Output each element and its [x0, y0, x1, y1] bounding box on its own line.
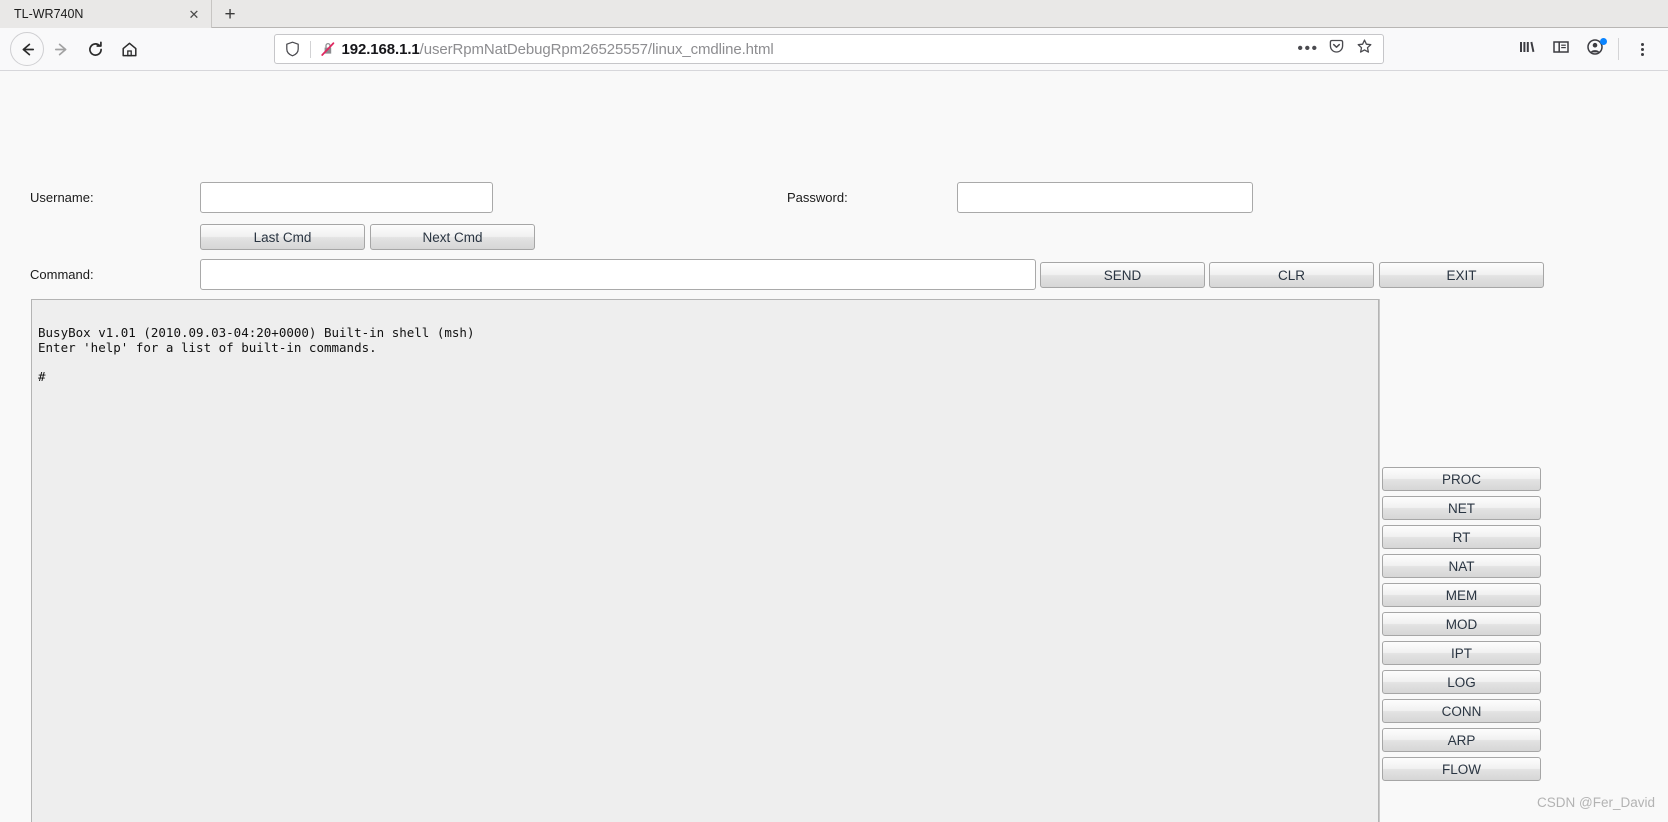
- url-host: 192.168.1.1: [341, 40, 420, 58]
- command-input[interactable]: [200, 259, 1036, 290]
- debug-button-rt[interactable]: RT: [1382, 525, 1541, 549]
- command-label: Command:: [30, 267, 94, 282]
- tracking-protection-shield-icon[interactable]: [283, 41, 303, 57]
- save-to-pocket-button[interactable]: [1324, 37, 1349, 62]
- insecure-connection-crossed-lock-icon[interactable]: [318, 41, 338, 57]
- side-panel: PROC NET RT NAT MEM MOD IPT LOG CONN ARP FLOW CSDN…: [1379, 299, 1668, 822]
- reload-icon: [86, 40, 105, 59]
- debug-button-mod[interactable]: MOD: [1382, 612, 1541, 636]
- forward-button[interactable]: [44, 32, 78, 66]
- debug-button-log[interactable]: LOG: [1382, 670, 1541, 694]
- last-cmd-button[interactable]: Last Cmd: [200, 224, 365, 250]
- terminal-line-1: BusyBox v1.01 (2010.09.03-04:20+0000) Bu…: [38, 325, 475, 340]
- sidebar-icon: [1552, 38, 1570, 61]
- address-bar-container: 192.168.1.1/userRpmNatDebugRpm26525557/l…: [146, 34, 1511, 64]
- tab-strip: TL-WR740N ✕ +: [0, 0, 1668, 28]
- library-button[interactable]: [1511, 33, 1543, 65]
- arrow-right-icon: [52, 40, 71, 59]
- sidebar-button[interactable]: [1545, 33, 1577, 65]
- new-tab-button[interactable]: +: [212, 0, 248, 28]
- address-bar-divider: [309, 40, 311, 58]
- terminal-line-2: Enter 'help' for a list of built-in comm…: [38, 339, 377, 355]
- back-button[interactable]: [10, 32, 44, 66]
- tab-tl-wr740n[interactable]: TL-WR740N ✕: [0, 0, 212, 28]
- ellipsis-icon: •••: [1297, 40, 1319, 57]
- clr-button[interactable]: CLR: [1209, 262, 1374, 288]
- address-bar-actions: •••: [1296, 37, 1377, 62]
- username-input[interactable]: [200, 182, 493, 213]
- password-input[interactable]: [957, 182, 1253, 213]
- home-icon: [120, 40, 139, 59]
- navigation-toolbar: 192.168.1.1/userRpmNatDebugRpm26525557/l…: [0, 28, 1668, 71]
- debug-button-conn[interactable]: CONN: [1382, 699, 1541, 723]
- send-button[interactable]: SEND: [1040, 262, 1205, 288]
- exit-button[interactable]: EXIT: [1379, 262, 1544, 288]
- debug-button-arp[interactable]: ARP: [1382, 728, 1541, 752]
- application-menu-button[interactable]: [1626, 33, 1658, 65]
- debug-button-ipt[interactable]: IPT: [1382, 641, 1541, 665]
- star-bookmark-icon: [1356, 38, 1373, 60]
- watermark: CSDN @Fer_David: [1537, 795, 1655, 810]
- debug-button-proc[interactable]: PROC: [1382, 467, 1541, 491]
- account-notification-dot: [1600, 38, 1607, 45]
- url-path: /userRpmNatDebugRpm26525557/linux_cmdlin…: [419, 40, 774, 58]
- save-to-pocket-icon: [1328, 38, 1345, 60]
- address-bar-url[interactable]: 192.168.1.1/userRpmNatDebugRpm26525557/l…: [338, 41, 1296, 58]
- username-label: Username:: [30, 190, 94, 205]
- debug-button-mem[interactable]: MEM: [1382, 583, 1541, 607]
- reload-button[interactable]: [78, 32, 112, 66]
- debug-button-nat[interactable]: NAT: [1382, 554, 1541, 578]
- application-menu-icon: [1640, 41, 1644, 58]
- next-cmd-button[interactable]: Next Cmd: [370, 224, 535, 250]
- browser-window: TL-WR740N ✕ + 192.168.1.1/userRpmNatDebu…: [0, 0, 1668, 822]
- terminal-prompt: #: [38, 368, 46, 384]
- address-bar[interactable]: 192.168.1.1/userRpmNatDebugRpm26525557/l…: [273, 34, 1384, 64]
- toolbar-end-buttons: [1511, 33, 1658, 65]
- toolbar-divider: [1618, 38, 1619, 60]
- password-label: Password:: [787, 190, 848, 205]
- debug-button-list: PROC NET RT NAT MEM MOD IPT LOG CONN ARP FLOW: [1382, 467, 1542, 786]
- account-button[interactable]: [1579, 33, 1611, 65]
- arrow-left-icon: [18, 40, 37, 59]
- debug-button-flow[interactable]: FLOW: [1382, 757, 1541, 781]
- library-icon: [1518, 38, 1536, 61]
- debug-button-net[interactable]: NET: [1382, 496, 1541, 520]
- tab-title: TL-WR740N: [14, 7, 84, 21]
- page-actions-button[interactable]: •••: [1296, 37, 1321, 62]
- close-icon[interactable]: ✕: [185, 5, 203, 23]
- terminal-output[interactable]: BusyBox v1.01 (2010.09.03-04:20+0000) Bu…: [31, 299, 1379, 822]
- bookmark-button[interactable]: [1352, 37, 1377, 62]
- page-content: Username: Password: Last Cmd Next Cmd Co…: [0, 71, 1668, 822]
- home-button[interactable]: [112, 32, 146, 66]
